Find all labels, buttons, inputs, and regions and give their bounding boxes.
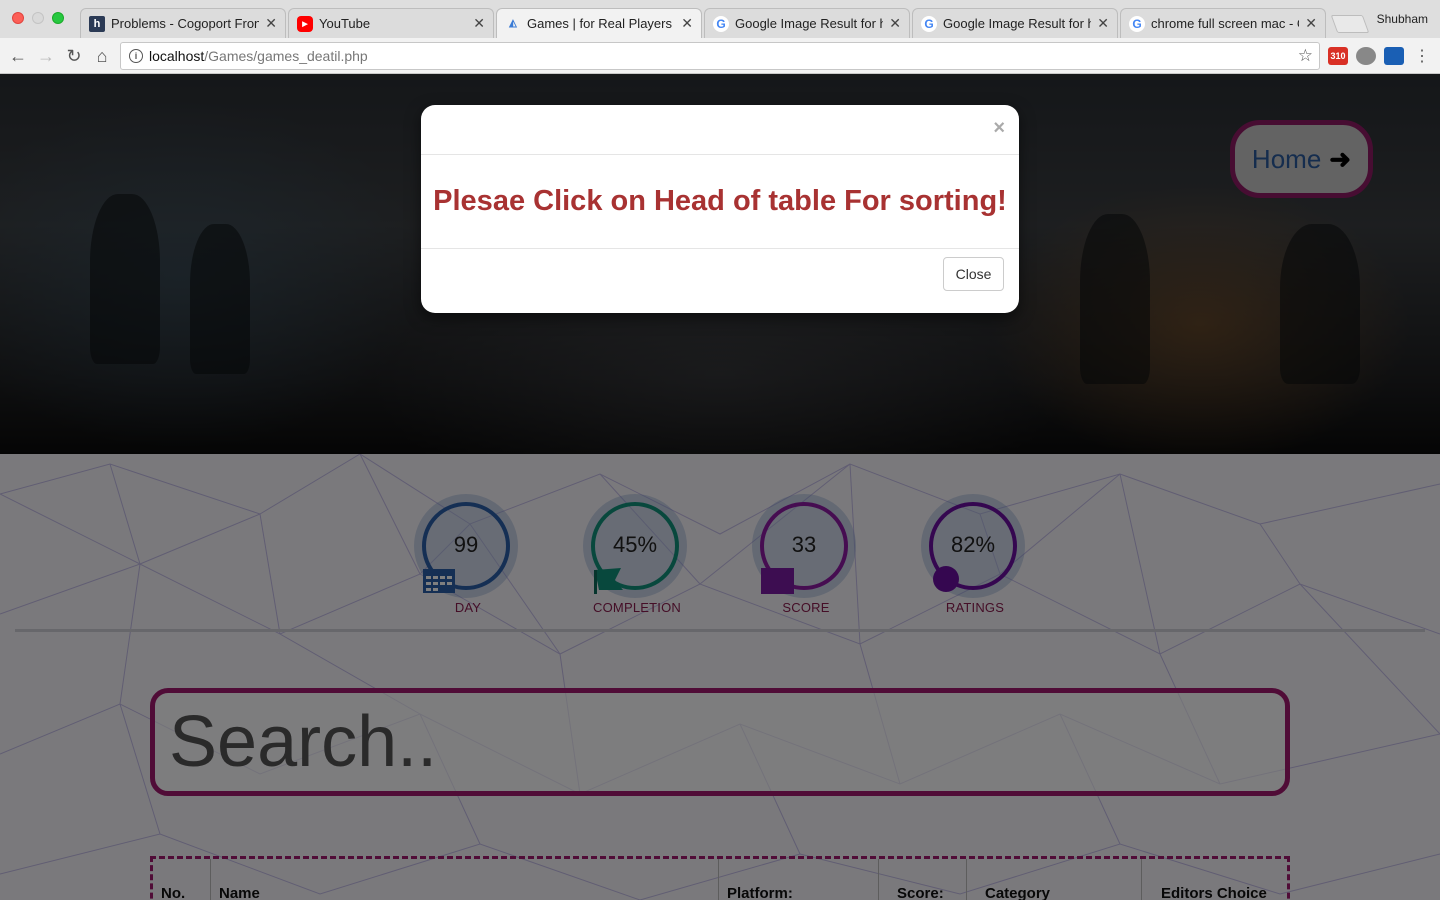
profile-name[interactable]: Shubham (1377, 12, 1428, 26)
tab-title: Games | for Real Players (527, 16, 672, 31)
browser-tab[interactable]: G Google Image Result for htt ✕ (912, 8, 1118, 38)
google-icon: G (921, 15, 937, 32)
h-icon: h (89, 15, 105, 32)
browser-tab[interactable]: G Google Image Result for htt ✕ (704, 8, 910, 38)
tab-close-icon[interactable]: ✕ (1305, 15, 1317, 32)
tab-title: YouTube (319, 16, 371, 31)
info-icon[interactable]: i (129, 49, 143, 63)
browser-tab[interactable]: h Problems - Cogoport Front ✕ (80, 8, 286, 38)
menu-icon[interactable]: ⋮ (1410, 44, 1434, 68)
sorting-hint-modal: × Plesae Click on Head of table For sort… (421, 105, 1019, 313)
extension-badge: 310 (1330, 51, 1346, 61)
game-icon: ◭ (505, 15, 521, 32)
back-arrow-icon[interactable]: ← (6, 44, 30, 68)
url-host: localhost (149, 48, 205, 64)
fullscreen-window-icon[interactable] (52, 12, 64, 24)
tab-title: Google Image Result for htt (735, 16, 884, 31)
tab-close-icon[interactable]: ✕ (473, 15, 485, 32)
tab-close-icon[interactable]: ✕ (889, 15, 901, 32)
extension-icon[interactable] (1356, 47, 1376, 65)
url-path: /Games/games_deatil.php (204, 48, 368, 64)
modal-header: × (421, 105, 1019, 155)
browser-toolbar: ← → ↻ ⌂ i localhost/Games/games_deatil.p… (0, 38, 1440, 74)
analytics-extension-icon[interactable] (1384, 47, 1404, 65)
home-icon[interactable]: ⌂ (90, 44, 114, 68)
tab-close-icon[interactable]: ✕ (265, 15, 277, 32)
browser-tab[interactable]: ▶ YouTube ✕ (288, 8, 494, 38)
minimize-window-icon[interactable] (32, 12, 44, 24)
tab-title: Problems - Cogoport Front (111, 16, 260, 31)
close-icon[interactable]: × (993, 117, 1005, 140)
youtube-icon: ▶ (297, 15, 313, 32)
forward-arrow-icon[interactable]: → (34, 44, 58, 68)
modal-message: Plesae Click on Head of table For sortin… (433, 185, 1007, 217)
browser-tab-active[interactable]: ◭ Games | for Real Players ✕ (496, 8, 702, 38)
tab-title: Google Image Result for htt (943, 16, 1092, 31)
tab-close-icon[interactable]: ✕ (1097, 15, 1109, 32)
google-icon: G (1129, 15, 1145, 32)
tab-title: chrome full screen mac - G (1151, 16, 1300, 31)
close-window-icon[interactable] (12, 12, 24, 24)
google-icon: G (713, 15, 729, 32)
bookmark-star-icon[interactable]: ☆ (1298, 46, 1313, 66)
address-bar[interactable]: i localhost/Games/games_deatil.php ☆ (120, 42, 1320, 70)
modal-close-button[interactable]: Close (943, 257, 1004, 291)
modal-body: Plesae Click on Head of table For sortin… (421, 155, 1019, 249)
new-tab-button[interactable] (1330, 15, 1370, 33)
browser-tab-bar: h Problems - Cogoport Front ✕ ▶ YouTube … (0, 0, 1440, 38)
gmail-extension-icon[interactable]: 310 (1328, 47, 1348, 65)
tab-close-icon[interactable]: ✕ (681, 15, 693, 32)
browser-tab[interactable]: G chrome full screen mac - G ✕ (1120, 8, 1326, 38)
reload-icon[interactable]: ↻ (62, 44, 86, 68)
